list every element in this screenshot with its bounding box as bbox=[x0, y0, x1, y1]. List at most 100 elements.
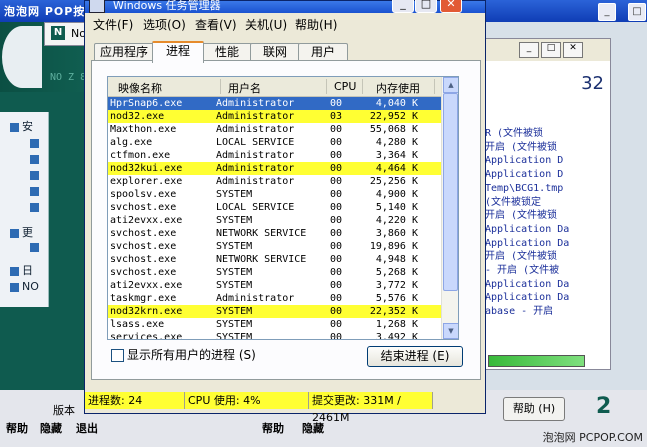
process-row[interactable]: svchost.exe SYSTEM 00 5,268 K bbox=[108, 266, 442, 279]
tab-networking[interactable]: 联网 bbox=[250, 43, 300, 61]
process-row[interactable]: taskmgr.exe Administrator 00 5,576 K bbox=[108, 292, 442, 305]
column-memory[interactable]: 内存使用 bbox=[376, 80, 420, 96]
process-row[interactable]: nod32.exe Administrator 03 22,952 K bbox=[108, 110, 442, 123]
right-window-titlebar: _ □ ✕ bbox=[485, 39, 610, 61]
module-icon bbox=[30, 202, 39, 212]
expand-icon bbox=[10, 228, 19, 238]
status-bar: 进程数: 24 CPU 使用: 4% 提交更改: 331M / 2461M bbox=[85, 392, 485, 424]
process-user: NETWORK SERVICE bbox=[216, 254, 307, 265]
process-row[interactable]: lsass.exe SYSTEM 00 1,268 K bbox=[108, 318, 442, 331]
column-separator[interactable] bbox=[362, 79, 363, 94]
process-row[interactable]: nod32kui.exe Administrator 00 4,464 K bbox=[108, 162, 442, 175]
tree-item-label: 安 bbox=[22, 120, 33, 133]
process-name: lsass.exe bbox=[110, 319, 165, 330]
process-user: LOCAL SERVICE bbox=[216, 202, 295, 213]
log-line: Application Da bbox=[485, 292, 570, 304]
process-row[interactable]: ctfmon.exe Administrator 00 3,364 K bbox=[108, 149, 442, 162]
nod-window-titlebar: N No bbox=[44, 22, 86, 46]
column-separator[interactable] bbox=[434, 79, 435, 94]
menu-shutdown[interactable]: 关机(U) bbox=[245, 16, 287, 33]
process-row[interactable]: svchost.exe NETWORK SERVICE 00 3,860 K bbox=[108, 227, 442, 240]
vertical-scrollbar[interactable]: ▲ ▼ bbox=[441, 77, 458, 339]
tree-item[interactable] bbox=[30, 136, 68, 152]
process-name: services.exe bbox=[110, 332, 183, 340]
tab-applications[interactable]: 应用程序 bbox=[94, 43, 154, 61]
scroll-thumb[interactable] bbox=[443, 93, 458, 291]
column-user-name[interactable]: 用户名 bbox=[228, 80, 261, 96]
show-all-users-checkbox[interactable] bbox=[111, 349, 124, 362]
process-user: Administrator bbox=[216, 98, 295, 109]
tree-item[interactable]: 日 bbox=[10, 262, 48, 278]
process-row[interactable]: Maxthon.exe Administrator 00 55,068 K bbox=[108, 123, 442, 136]
tree-item[interactable] bbox=[30, 240, 68, 256]
tab-strip: 应用程序 进程 性能 联网 用户 bbox=[85, 41, 485, 63]
process-cpu: 00 bbox=[330, 228, 343, 239]
tree-item[interactable] bbox=[30, 200, 68, 216]
process-cpu: 00 bbox=[330, 124, 343, 135]
menu-options[interactable]: 选项(O) bbox=[143, 16, 186, 33]
bg-maximize-button[interactable]: □ bbox=[628, 3, 646, 21]
bottom-left-exit[interactable]: 退出 bbox=[76, 420, 98, 436]
help-button[interactable]: 帮助 (H) bbox=[503, 397, 565, 421]
tab-performance[interactable]: 性能 bbox=[202, 43, 252, 61]
tab-users[interactable]: 用户 bbox=[298, 43, 348, 61]
tree-item[interactable] bbox=[30, 152, 68, 168]
end-process-button[interactable]: 结束进程 (E) bbox=[367, 346, 463, 367]
nod-left-tree: 安 更 日 NO bbox=[0, 112, 49, 307]
expand-icon bbox=[10, 282, 19, 292]
menu-view[interactable]: 查看(V) bbox=[195, 16, 237, 33]
tree-item[interactable] bbox=[30, 184, 68, 200]
close-icon[interactable]: ✕ bbox=[563, 42, 583, 58]
tree-item[interactable]: 更 bbox=[10, 224, 48, 240]
maximize-button[interactable]: □ bbox=[415, 0, 437, 13]
process-cpu: 00 bbox=[330, 267, 343, 278]
process-cpu: 00 bbox=[330, 293, 343, 304]
process-name: svchost.exe bbox=[110, 228, 177, 239]
process-row[interactable]: ati2evxx.exe SYSTEM 00 3,772 K bbox=[108, 279, 442, 292]
process-row[interactable]: ati2evxx.exe SYSTEM 00 4,220 K bbox=[108, 214, 442, 227]
tab-processes[interactable]: 进程 bbox=[152, 41, 204, 63]
column-cpu[interactable]: CPU bbox=[334, 80, 356, 93]
process-row[interactable]: explorer.exe Administrator 00 25,256 K bbox=[108, 175, 442, 188]
process-row[interactable]: HprSnap6.exe Administrator 00 4,040 K bbox=[108, 97, 442, 110]
process-list[interactable]: 映像名称 用户名 CPU 内存使用 HprSnap6.exe Administra… bbox=[107, 76, 459, 340]
bottom-mid-help[interactable]: 帮助 bbox=[262, 420, 284, 436]
process-cpu: 00 bbox=[330, 202, 343, 213]
log-line: 开启 (文件被锁 bbox=[485, 141, 558, 153]
minimize-button[interactable]: _ bbox=[392, 0, 414, 13]
process-row[interactable]: svchost.exe SYSTEM 00 19,896 K bbox=[108, 240, 442, 253]
process-cpu: 00 bbox=[330, 163, 343, 174]
menu-file[interactable]: 文件(F) bbox=[93, 16, 133, 33]
menu-help[interactable]: 帮助(H) bbox=[295, 16, 337, 33]
process-memory: 3,492 K bbox=[375, 332, 418, 340]
column-image-name[interactable]: 映像名称 bbox=[118, 80, 162, 96]
process-row[interactable]: services.exe SYSTEM 00 3,492 K bbox=[108, 331, 442, 340]
show-all-users-label[interactable]: 显示所有用户的进程 (S) bbox=[127, 346, 256, 363]
process-row[interactable]: svchost.exe NETWORK SERVICE 00 4,948 K bbox=[108, 253, 442, 266]
process-user: Administrator bbox=[216, 163, 295, 174]
close-button[interactable]: ✕ bbox=[440, 0, 462, 13]
process-row[interactable]: spoolsv.exe SYSTEM 00 4,900 K bbox=[108, 188, 442, 201]
process-name: nod32.exe bbox=[110, 111, 165, 122]
tree-item[interactable]: 安 bbox=[10, 118, 48, 134]
process-row[interactable]: alg.exe LOCAL SERVICE 00 4,280 K bbox=[108, 136, 442, 149]
bg-minimize-button[interactable]: _ bbox=[598, 3, 616, 21]
minimize-icon[interactable]: _ bbox=[519, 42, 539, 58]
maximize-icon[interactable]: □ bbox=[541, 42, 561, 58]
column-separator[interactable] bbox=[220, 79, 221, 94]
tree-item[interactable]: NO bbox=[10, 280, 48, 296]
process-cpu: 00 bbox=[330, 332, 343, 340]
process-cpu: 00 bbox=[330, 176, 343, 187]
watermark: 泡泡网 PCPOP.COM bbox=[542, 431, 643, 444]
bottom-left-hide[interactable]: 隐藏 bbox=[40, 420, 62, 436]
scroll-down-arrow-icon[interactable]: ▼ bbox=[443, 323, 458, 339]
right-number: 32 bbox=[581, 73, 604, 94]
bottom-left-help[interactable]: 帮助 bbox=[6, 420, 28, 436]
process-memory: 4,948 K bbox=[375, 254, 418, 265]
process-name: svchost.exe bbox=[110, 267, 177, 278]
tree-item[interactable] bbox=[30, 168, 68, 184]
column-separator[interactable] bbox=[326, 79, 327, 94]
process-row[interactable]: nod32krn.exe SYSTEM 00 22,352 K bbox=[108, 305, 442, 318]
scroll-up-arrow-icon[interactable]: ▲ bbox=[443, 77, 458, 93]
process-row[interactable]: svchost.exe LOCAL SERVICE 00 5,140 K bbox=[108, 201, 442, 214]
